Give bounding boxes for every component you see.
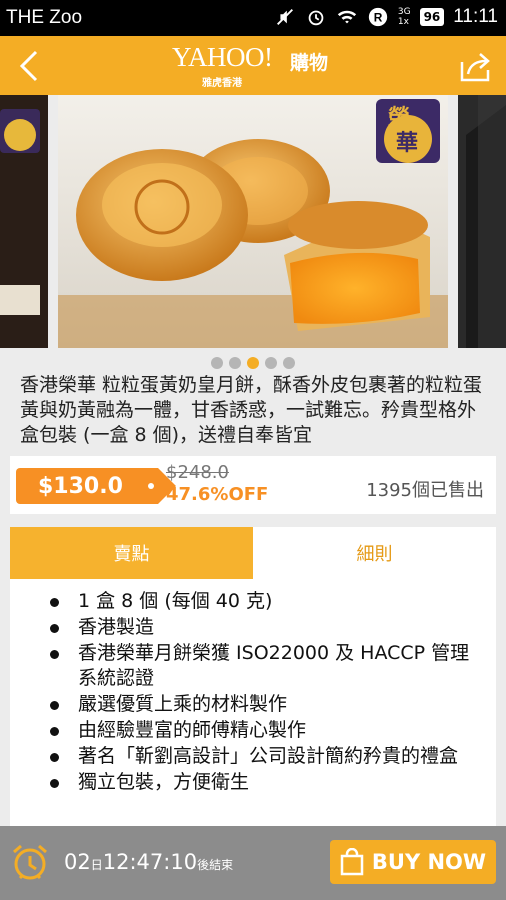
pagination-dot[interactable] [211, 357, 223, 369]
mute-icon [276, 9, 293, 25]
battery-icon: 96 [419, 8, 445, 26]
logo-text: YAHOO! [172, 42, 273, 72]
list-item: 嚴選優質上乘的材料製作 [48, 692, 488, 717]
list-item: 由經驗豐富的師傅精心製作 [48, 718, 488, 743]
countdown-timer: 02日12:47:10後結束 [64, 850, 233, 874]
alarm-clock-icon [13, 844, 47, 880]
list-item: 獨立包裝，方便衛生 [48, 770, 488, 795]
list-item: 著名「靳劉高設計」公司設計簡約矜貴的禮盒 [48, 744, 488, 769]
app-bar: YAHOO! 購物 雅虎香港 [0, 36, 506, 95]
logo-subtitle: 雅虎香港 [202, 78, 242, 89]
previous-slide[interactable] [0, 95, 48, 348]
back-chevron-icon[interactable] [10, 46, 50, 86]
list-item: 香港製造 [48, 615, 488, 640]
product-description: 香港榮華 粒粒蛋黃奶皇月餅，酥香外皮包裹著的粒粒蛋黃與奶黃融為一體，甘香誘惑，一… [20, 374, 483, 446]
svg-text:R: R [374, 11, 383, 25]
product-image-gallery[interactable]: 榮 華 [0, 95, 506, 348]
pagination-dot[interactable] [283, 357, 295, 369]
brand-mark-top: 榮 [388, 106, 410, 131]
sold-count: 1395個已售出 [366, 480, 484, 501]
brand-mark-bottom: 華 [396, 131, 418, 156]
share-icon[interactable] [458, 48, 494, 84]
logo-shop-text: 購物 [290, 52, 329, 74]
current-price: $130.0 [16, 468, 176, 504]
countdown-days: 02 [64, 850, 91, 874]
countdown-suffix: 後結束 [197, 858, 234, 872]
product-photo: 榮 華 [58, 95, 448, 348]
pagination-dot[interactable] [229, 357, 241, 369]
pagination-dot[interactable] [265, 357, 277, 369]
gallery-pagination [0, 357, 506, 369]
wifi-icon [337, 10, 357, 24]
original-price: $248.0 [166, 462, 229, 483]
countdown-day-unit: 日 [90, 858, 103, 872]
bottom-action-bar: 02日12:47:10後結束 BUY NOW [0, 826, 506, 900]
buy-now-button[interactable]: BUY NOW [330, 840, 496, 884]
selling-points-panel: 1 盒 8 個 (每個 40 克) 香港製造 香港榮華月餅榮獲 ISO22000… [10, 579, 496, 829]
status-bar: THE Zoo R 3G 1x 96 11:11 [0, 0, 506, 36]
tab-selling-points[interactable]: 賣點 [10, 527, 253, 579]
detail-tabs: 賣點 細則 [10, 527, 496, 579]
feature-list: 1 盒 8 個 (每個 40 克) 香港製造 香港榮華月餅榮獲 ISO22000… [10, 579, 496, 795]
status-clock: 11:11 [453, 6, 498, 27]
carrier-name: THE Zoo [6, 7, 83, 28]
status-icons: R 3G 1x 96 11:11 [274, 6, 498, 28]
yahoo-shopping-logo[interactable]: YAHOO! 購物 雅虎香港 [172, 42, 342, 90]
price-tag-hole [148, 483, 154, 489]
list-item: 香港榮華月餅榮獲 ISO22000 及 HACCP 管理系統認證 [48, 641, 488, 691]
shopping-bag-icon [340, 848, 364, 876]
price-section: $130.0 $248.0 47.6%OFF 1395個已售出 [10, 456, 496, 514]
pagination-dot-active[interactable] [247, 357, 259, 369]
registered-icon: R [368, 7, 388, 27]
tab-details[interactable]: 細則 [253, 527, 496, 579]
signal-icon: 3G 1x [397, 7, 411, 27]
buy-now-label: BUY NOW [371, 850, 487, 874]
countdown-time: 12:47:10 [102, 850, 198, 874]
alarm-status-icon [308, 10, 324, 26]
discount-label: 47.6%OFF [166, 484, 269, 505]
next-slide[interactable] [458, 95, 506, 348]
list-item: 1 盒 8 個 (每個 40 克) [48, 589, 488, 614]
